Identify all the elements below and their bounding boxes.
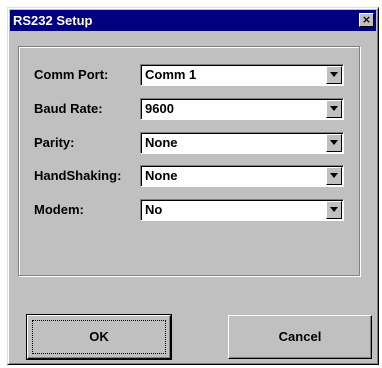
baud-rate-label: Baud Rate: [34,101,103,116]
baud-rate-select[interactable]: 9600 [140,98,344,120]
baud-rate-dropdown-button[interactable] [326,100,342,118]
parity-select[interactable]: None [140,132,344,154]
cancel-button-label: Cancel [278,329,322,344]
comm-port-label: Comm Port: [34,67,109,82]
baud-rate-row: Baud Rate: 9600 [24,98,354,120]
comm-port-select[interactable]: Comm 1 [140,64,344,86]
chevron-down-icon [330,140,338,145]
modem-value: No [145,202,163,217]
parity-dropdown-button[interactable] [326,134,342,152]
baud-rate-value: 9600 [145,101,174,116]
modem-select[interactable]: No [140,199,344,221]
parity-value: None [145,135,178,150]
ok-button[interactable]: OK [26,314,172,360]
close-button[interactable]: × [359,13,374,27]
close-icon: × [361,13,372,26]
modem-row: Modem: No [24,199,354,221]
parity-label: Parity: [34,135,75,150]
handshaking-value: None [145,168,178,183]
comm-port-dropdown-button[interactable] [326,66,342,84]
modem-label: Modem: [34,202,84,217]
modem-dropdown-button[interactable] [326,201,342,219]
dialog-title: RS232 Setup [13,13,93,28]
chevron-down-icon [330,173,338,178]
handshaking-label: HandShaking: [34,168,122,183]
comm-port-row: Comm Port: Comm 1 [24,64,354,86]
chevron-down-icon [330,72,338,77]
handshaking-dropdown-button[interactable] [326,167,342,185]
handshaking-row: HandShaking: None [24,165,354,187]
chevron-down-icon [330,207,338,212]
parity-row: Parity: None [24,132,354,154]
cancel-button[interactable]: Cancel [228,315,372,359]
ok-button-label: OK [89,329,109,344]
handshaking-select[interactable]: None [140,165,344,187]
title-bar[interactable]: RS232 Setup × [10,10,376,31]
chevron-down-icon [330,106,338,111]
comm-port-value: Comm 1 [145,67,197,82]
